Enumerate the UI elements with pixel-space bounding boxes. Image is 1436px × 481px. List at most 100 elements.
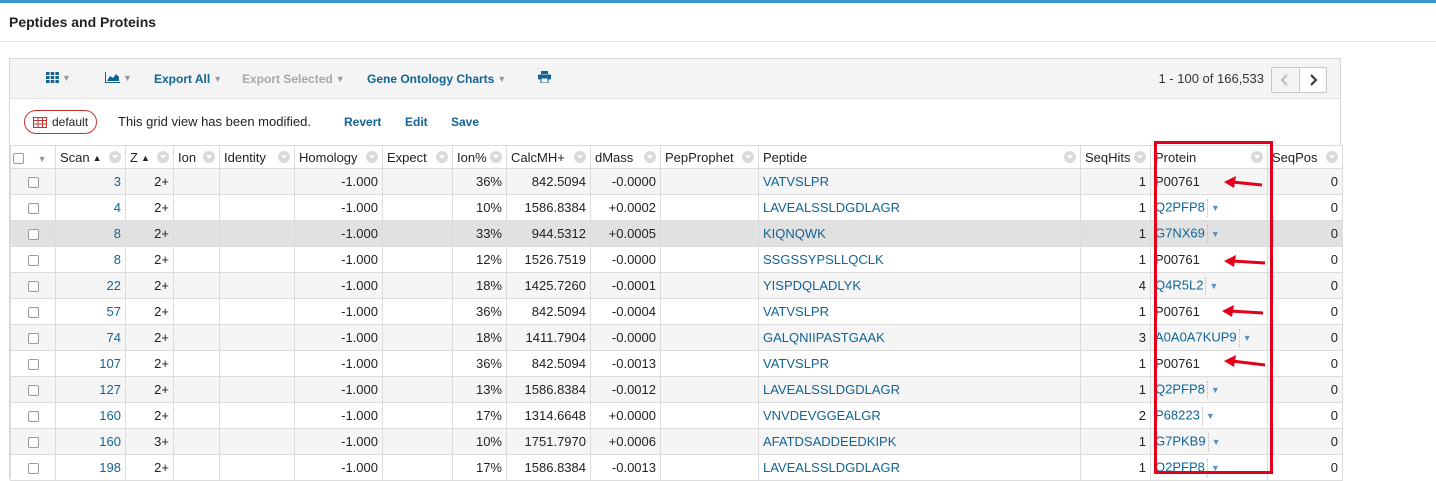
- column-header-seqpos[interactable]: SeqPos: [1267, 145, 1343, 169]
- protein-cell[interactable]: Q2PFP8 ▼: [1150, 454, 1268, 481]
- row-select-cell[interactable]: [10, 428, 56, 455]
- protein-name[interactable]: A0A0A7KUP9: [1155, 329, 1237, 344]
- select-all-header[interactable]: ▼: [10, 145, 56, 169]
- peptide-link[interactable]: AFATDSADDEEDKIPK: [758, 428, 1081, 455]
- row-select-cell[interactable]: [10, 220, 56, 247]
- chevron-down-icon[interactable]: ▼: [1209, 281, 1218, 291]
- charts-menu-button[interactable]: ▼: [105, 71, 132, 85]
- row-checkbox[interactable]: [27, 203, 39, 215]
- scan-link[interactable]: 127: [55, 376, 126, 403]
- row-select-cell[interactable]: [10, 454, 56, 481]
- select-all-checkbox[interactable]: [13, 152, 24, 164]
- peptide-link[interactable]: VATVSLPR: [758, 298, 1081, 325]
- column-header-homology[interactable]: Homology: [294, 145, 383, 169]
- table-row[interactable]: 160 2+ -1.000 17% 1314.6648 +0.0000 VNVDEVGGEA…: [10, 402, 1343, 429]
- column-header-seqhits[interactable]: SeqHits: [1080, 145, 1151, 169]
- row-checkbox[interactable]: [27, 333, 39, 345]
- table-row[interactable]: 160 3+ -1.000 10% 1751.7970 +0.0006 AFATDSADDE…: [10, 428, 1343, 455]
- chevron-down-icon[interactable]: ▼: [1212, 437, 1221, 447]
- row-checkbox[interactable]: [27, 359, 39, 371]
- column-header-pepprophet[interactable]: PepProphet: [660, 145, 759, 169]
- row-checkbox[interactable]: [27, 307, 39, 319]
- protein-cell[interactable]: A0A0A7KUP9 ▼: [1150, 324, 1268, 351]
- save-link[interactable]: Save: [451, 115, 479, 129]
- peptide-link[interactable]: VATVSLPR: [758, 350, 1081, 377]
- protein-cell[interactable]: Q4R5L2 ▼: [1150, 272, 1268, 299]
- row-select-cell[interactable]: [10, 402, 56, 429]
- peptide-link[interactable]: SSGSSYPSLLQCLK: [758, 246, 1081, 273]
- scan-link[interactable]: 160: [55, 402, 126, 429]
- chevron-down-icon[interactable]: ▼: [1243, 333, 1252, 343]
- row-checkbox[interactable]: [27, 463, 39, 475]
- column-menu-icon[interactable]: [574, 151, 586, 163]
- row-select-cell[interactable]: [10, 350, 56, 377]
- export-selected-button[interactable]: Export Selected ▼: [242, 72, 345, 86]
- protein-name[interactable]: P68223: [1155, 407, 1200, 422]
- column-menu-icon[interactable]: [1134, 151, 1146, 163]
- row-select-cell[interactable]: [10, 272, 56, 299]
- column-menu-icon[interactable]: [436, 151, 448, 163]
- row-select-cell[interactable]: [10, 246, 56, 273]
- row-select-cell[interactable]: [10, 194, 56, 221]
- column-menu-icon[interactable]: [157, 151, 169, 163]
- export-all-button[interactable]: Export All ▼: [154, 72, 222, 86]
- column-menu-icon[interactable]: [644, 151, 656, 163]
- scan-link[interactable]: 57: [55, 298, 126, 325]
- column-header-protein[interactable]: Protein: [1150, 145, 1268, 169]
- peptide-link[interactable]: LAVEALSSLDGDLAGR: [758, 454, 1081, 481]
- row-checkbox[interactable]: [27, 177, 39, 189]
- column-menu-icon[interactable]: [1064, 151, 1076, 163]
- chevron-down-icon[interactable]: ▼: [1211, 203, 1220, 213]
- chevron-down-icon[interactable]: ▼: [1206, 411, 1215, 421]
- row-select-cell[interactable]: [10, 376, 56, 403]
- protein-name[interactable]: Q2PFP8: [1155, 199, 1205, 214]
- protein-cell[interactable]: Q2PFP8 ▼: [1150, 194, 1268, 221]
- chevron-down-icon[interactable]: ▼: [1211, 385, 1220, 395]
- column-header-identity[interactable]: Identity: [219, 145, 295, 169]
- scan-link[interactable]: 8: [55, 220, 126, 247]
- protein-cell[interactable]: G7NX69 ▼: [1150, 220, 1268, 247]
- table-row[interactable]: 4 2+ -1.000 10% 1586.8384 +0.0002 LAVEALSSLDGD…: [10, 194, 1343, 221]
- table-row[interactable]: 57 2+ -1.000 36% 842.5094 -0.0004 VATVSLPR 1 P00…: [10, 298, 1343, 325]
- column-menu-icon[interactable]: [366, 151, 378, 163]
- column-menu-icon[interactable]: [742, 151, 754, 163]
- peptide-link[interactable]: VATVSLPR: [758, 168, 1081, 195]
- protein-name[interactable]: Q2PFP8: [1155, 459, 1205, 474]
- row-select-cell[interactable]: [10, 168, 56, 195]
- scan-link[interactable]: 107: [55, 350, 126, 377]
- protein-cell[interactable]: P68223 ▼: [1150, 402, 1268, 429]
- scan-link[interactable]: 198: [55, 454, 126, 481]
- column-menu-icon[interactable]: [109, 151, 121, 163]
- column-menu-icon[interactable]: [490, 151, 502, 163]
- row-checkbox[interactable]: [27, 437, 39, 449]
- row-checkbox[interactable]: [27, 385, 39, 397]
- table-row[interactable]: 127 2+ -1.000 13% 1586.8384 -0.0012 LAVEALSSLD…: [10, 376, 1343, 403]
- column-header-calcmh[interactable]: CalcMH+: [506, 145, 591, 169]
- row-checkbox[interactable]: [27, 411, 39, 423]
- column-header-z[interactable]: Z ▲: [125, 145, 174, 169]
- chevron-down-icon[interactable]: ▼: [1211, 463, 1220, 473]
- revert-link[interactable]: Revert: [344, 115, 381, 129]
- scan-link[interactable]: 22: [55, 272, 126, 299]
- table-row[interactable]: 107 2+ -1.000 36% 842.5094 -0.0013 VATVSLPR 1 P0…: [10, 350, 1343, 377]
- print-button[interactable]: [538, 71, 551, 86]
- scan-link[interactable]: 4: [55, 194, 126, 221]
- peptide-link[interactable]: YISPDQLADLYK: [758, 272, 1081, 299]
- peptide-link[interactable]: LAVEALSSLDGDLAGR: [758, 376, 1081, 403]
- edit-link[interactable]: Edit: [405, 115, 428, 129]
- scan-link[interactable]: 74: [55, 324, 126, 351]
- table-row[interactable]: 8 2+ -1.000 12% 1526.7519 -0.0000 SSGSSYPSLLQC…: [10, 246, 1343, 273]
- row-select-cell[interactable]: [10, 298, 56, 325]
- chevron-down-icon[interactable]: ▼: [1211, 229, 1220, 239]
- protein-name[interactable]: Q4R5L2: [1155, 277, 1203, 292]
- next-page-button[interactable]: [1299, 67, 1327, 93]
- row-checkbox[interactable]: [27, 229, 39, 241]
- column-menu-icon[interactable]: [278, 151, 290, 163]
- scan-link[interactable]: 3: [55, 168, 126, 195]
- gene-ontology-charts-button[interactable]: Gene Ontology Charts ▼: [367, 72, 506, 86]
- table-row[interactable]: 3 2+ -1.000 36% 842.5094 -0.0000 VATVSLPR 1 P007…: [10, 168, 1343, 195]
- row-checkbox[interactable]: [27, 281, 39, 293]
- column-header-dmass[interactable]: dMass: [590, 145, 661, 169]
- scan-link[interactable]: 8: [55, 246, 126, 273]
- peptide-link[interactable]: LAVEALSSLDGDLAGR: [758, 194, 1081, 221]
